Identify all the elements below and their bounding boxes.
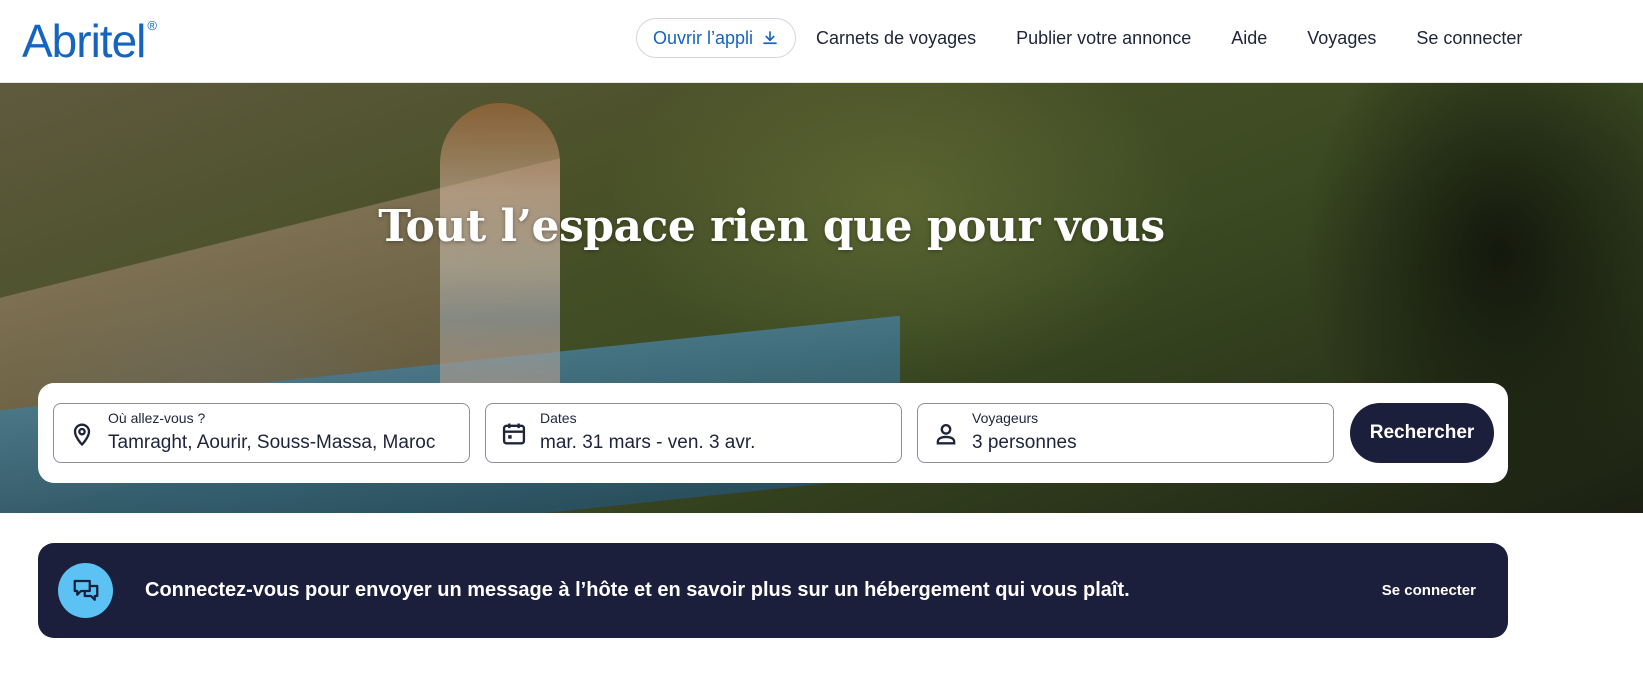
search-form: Où allez-vous ? Tamraght, Aourir, Souss-…	[38, 383, 1508, 483]
nav-link-list-property[interactable]: Publier votre annonce	[1016, 28, 1191, 49]
dates-label: Dates	[540, 410, 577, 426]
sign-in-banner: Connectez-vous pour envoyer un message à…	[38, 543, 1508, 638]
search-button[interactable]: Rechercher	[1350, 403, 1494, 463]
destination-field[interactable]: Où allez-vous ? Tamraght, Aourir, Souss-…	[53, 403, 470, 463]
calendar-icon	[502, 423, 526, 445]
person-icon	[936, 423, 956, 445]
location-pin-icon	[73, 423, 91, 447]
site-header: Abritel ® Ouvrir l’appli Carnets de voyag…	[0, 0, 1643, 83]
banner-message: Connectez-vous pour envoyer un message à…	[145, 579, 1130, 601]
open-app-button[interactable]: Ouvrir l’appli	[636, 18, 797, 58]
logo-text: Abritel	[22, 15, 146, 67]
travelers-value: 3 personnes	[972, 432, 1077, 453]
download-icon	[763, 31, 777, 45]
top-nav: Ouvrir l’appli Carnets de voyages Publie…	[636, 18, 1522, 58]
travelers-label: Voyageurs	[972, 410, 1039, 426]
destination-value: Tamraght, Aourir, Souss-Massa, Maroc	[108, 432, 436, 453]
dates-value: mar. 31 mars - ven. 3 avr.	[540, 432, 756, 453]
destination-label: Où allez-vous ?	[108, 410, 206, 426]
nav-link-help[interactable]: Aide	[1231, 28, 1267, 49]
hero-title: Tout l’espace rien que pour vous	[378, 201, 1165, 252]
nav-link-travel-notebooks[interactable]: Carnets de voyages	[816, 28, 976, 49]
dates-field[interactable]: Dates mar. 31 mars - ven. 3 avr.	[485, 403, 902, 463]
open-app-label: Ouvrir l’appli	[653, 27, 754, 48]
nav-link-sign-in[interactable]: Se connecter	[1416, 28, 1522, 49]
travelers-field[interactable]: Voyageurs 3 personnes	[917, 403, 1334, 463]
nav-link-trips[interactable]: Voyages	[1307, 28, 1376, 49]
chat-bubbles-icon	[58, 563, 113, 618]
registered-mark: ®	[147, 18, 157, 33]
abritel-logo[interactable]: Abritel ®	[22, 14, 157, 68]
banner-sign-in-link[interactable]: Se connecter	[1382, 582, 1476, 599]
